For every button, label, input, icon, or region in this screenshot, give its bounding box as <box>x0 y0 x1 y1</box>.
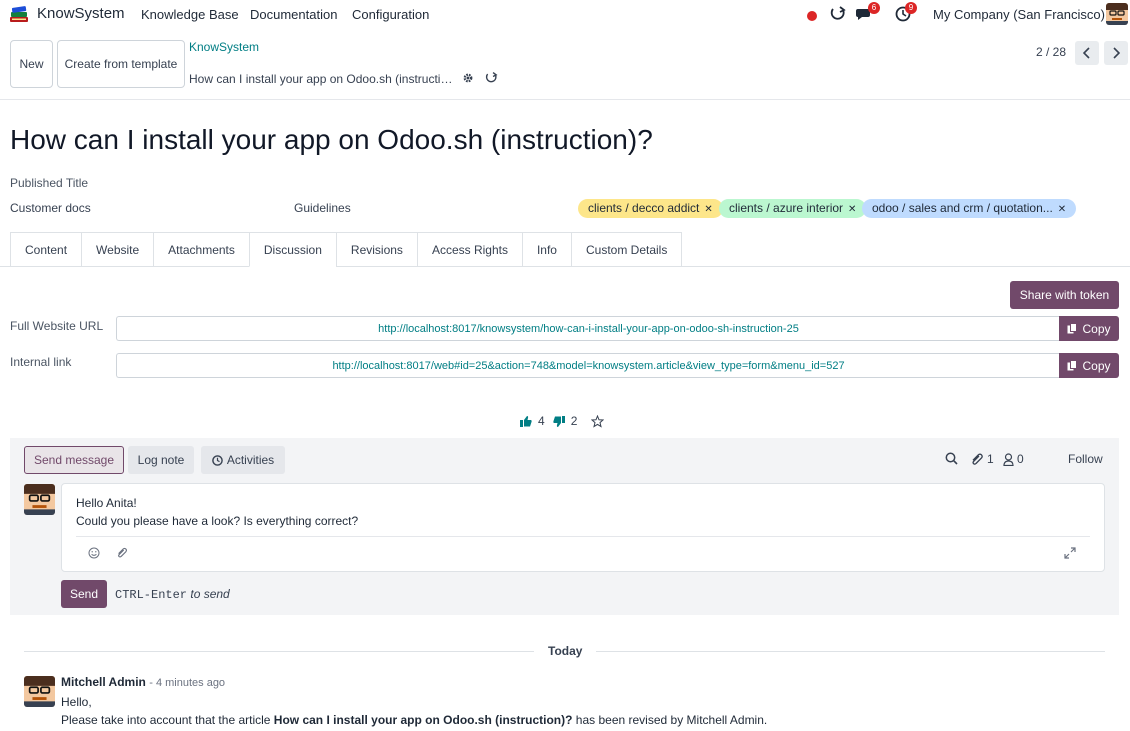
section-field[interactable]: Customer docs <box>10 201 91 215</box>
attach-paperclip-icon[interactable] <box>116 547 128 562</box>
menu-knowledge-base[interactable]: Knowledge Base <box>141 7 239 22</box>
tab-access-rights[interactable]: Access Rights <box>416 232 522 267</box>
follow-button[interactable]: Follow <box>1068 452 1103 466</box>
message-composer[interactable]: Hello Anita! Could you please have a loo… <box>61 483 1105 572</box>
menu-documentation[interactable]: Documentation <box>250 7 337 22</box>
tab-attachments[interactable]: Attachments <box>153 232 249 267</box>
message-time: - 4 minutes ago <box>149 677 226 689</box>
tag-item[interactable]: clients / decco addict ✕ <box>578 199 723 218</box>
notebook-tabs: Content Website Attachments Discussion R… <box>10 232 683 267</box>
dislikes-count: 2 <box>570 414 578 428</box>
tab-content[interactable]: Content <box>10 232 82 267</box>
activities-button[interactable]: Activities <box>201 446 285 474</box>
article-title[interactable]: How can I install your app on Odoo.sh (i… <box>10 124 653 156</box>
discard-refresh-icon[interactable] <box>485 71 498 88</box>
tag-remove-icon[interactable]: ✕ <box>704 204 712 215</box>
create-from-template-button[interactable]: Create from template <box>57 40 185 88</box>
user-icon <box>1003 452 1014 466</box>
tag-remove-icon[interactable]: ✕ <box>848 204 856 215</box>
pager-value[interactable]: 2 / 28 <box>1036 45 1066 59</box>
message-author[interactable]: Mitchell Admin <box>61 675 146 689</box>
star-icon[interactable] <box>591 414 605 428</box>
activities-icon[interactable]: 9 <box>895 2 917 25</box>
thumbs-down-icon[interactable] <box>553 415 565 427</box>
refresh-icon[interactable] <box>830 5 846 26</box>
expand-icon[interactable] <box>1064 547 1076 562</box>
log-note-button[interactable]: Log note <box>128 446 194 474</box>
composer-divider <box>76 536 1090 537</box>
tab-website[interactable]: Website <box>81 232 154 267</box>
breadcrumb-current: How can I install your app on Odoo.sh (i… <box>189 72 457 86</box>
messages-icon[interactable]: 6 <box>856 2 880 25</box>
message-body: Hello, Please take into account that the… <box>61 695 768 727</box>
control-panel-divider <box>0 99 1130 100</box>
tab-info[interactable]: Info <box>521 232 571 267</box>
paperclip-icon <box>972 453 983 465</box>
copy-icon <box>1067 360 1078 371</box>
thumbs-up-icon[interactable] <box>520 415 532 427</box>
app-name[interactable]: KnowSystem <box>37 5 125 22</box>
copy-full-url-button[interactable]: Copy <box>1059 316 1119 341</box>
tab-custom-details[interactable]: Custom Details <box>570 232 683 267</box>
send-button[interactable]: Send <box>61 580 107 608</box>
full-url-field[interactable]: http://localhost:8017/knowsystem/how-can… <box>116 316 1060 341</box>
message-author-avatar[interactable] <box>24 676 55 707</box>
full-url-label: Full Website URL <box>10 319 104 333</box>
send-shortcut-hint: CTRL-Enter to send <box>115 587 230 602</box>
gear-icon[interactable] <box>462 72 474 87</box>
likes-count: 4 <box>538 414 545 428</box>
tab-revisions[interactable]: Revisions <box>335 232 417 267</box>
send-message-button[interactable]: Send message <box>24 446 124 474</box>
tag-item[interactable]: clients / azure interior ✕ <box>719 199 867 218</box>
top-navbar: KnowSystem Knowledge Base Documentation … <box>0 0 1130 28</box>
share-with-token-button[interactable]: Share with token <box>1010 281 1119 309</box>
search-icon[interactable] <box>945 452 958 465</box>
company-switcher[interactable]: My Company (San Francisco) <box>933 7 1105 22</box>
clock-icon <box>212 454 223 466</box>
activities-badge: 9 <box>905 2 917 14</box>
menu-configuration[interactable]: Configuration <box>352 7 429 22</box>
composer-textarea[interactable]: Hello Anita! Could you please have a loo… <box>76 494 358 530</box>
message-header: Mitchell Admin - 4 minutes ago <box>61 675 225 689</box>
date-separator-label: Today <box>548 644 583 658</box>
status-dot-icon[interactable] <box>807 9 817 24</box>
composer-avatar <box>24 484 55 515</box>
tag-item[interactable]: odoo / sales and crm / quotation... ✕ <box>862 199 1077 218</box>
internal-link-label: Internal link <box>10 355 72 369</box>
chevron-left-icon <box>1083 47 1090 59</box>
attachments-counter[interactable]: 1 <box>970 452 994 466</box>
pager-previous-button[interactable] <box>1075 41 1099 65</box>
emoji-icon[interactable] <box>88 547 100 562</box>
type-field[interactable]: Guidelines <box>294 201 351 215</box>
copy-icon <box>1067 323 1078 334</box>
published-title-label: Published Title <box>10 176 89 190</box>
new-button[interactable]: New <box>10 40 53 88</box>
knowsystem-logo-icon[interactable] <box>8 3 30 25</box>
messages-badge: 6 <box>868 2 880 14</box>
copy-internal-link-button[interactable]: Copy <box>1059 353 1119 378</box>
breadcrumb-parent[interactable]: KnowSystem <box>189 40 259 54</box>
pager-next-button[interactable] <box>1104 41 1128 65</box>
internal-link-field[interactable]: http://localhost:8017/web#id=25&action=7… <box>116 353 1060 378</box>
tab-discussion[interactable]: Discussion <box>248 232 336 267</box>
chevron-right-icon <box>1113 47 1120 59</box>
tag-remove-icon[interactable]: ✕ <box>1058 204 1066 215</box>
date-separator-line <box>596 651 1105 652</box>
date-separator-line <box>24 651 534 652</box>
likes-bar: 4 2 <box>520 414 605 428</box>
followers-counter[interactable]: 0 <box>1003 452 1024 466</box>
user-avatar[interactable] <box>1106 3 1128 25</box>
